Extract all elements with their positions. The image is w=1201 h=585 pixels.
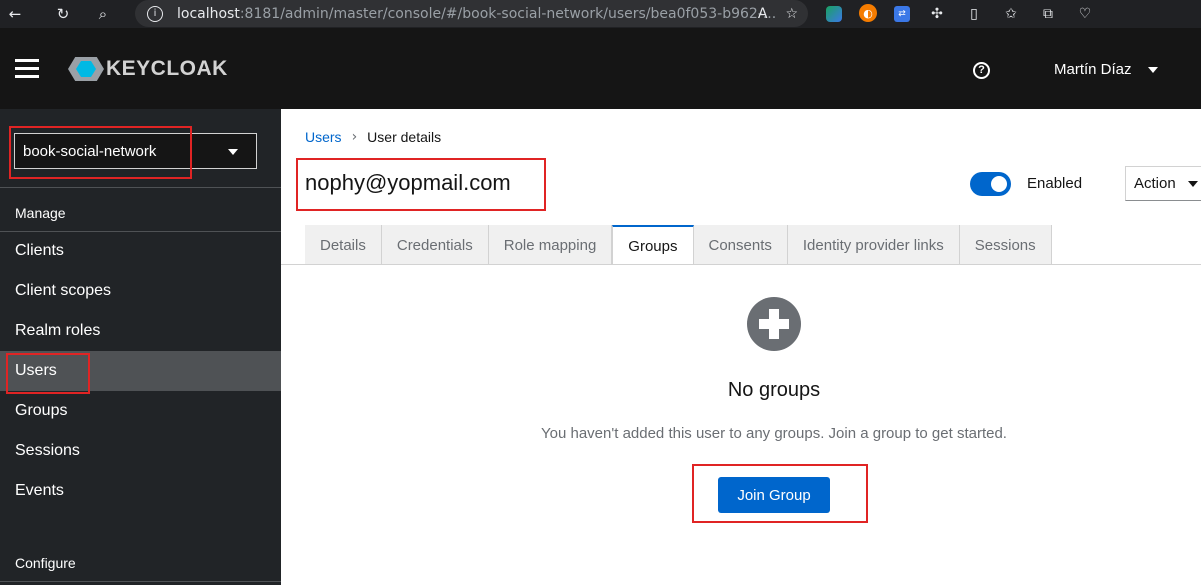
health-icon[interactable]: ♡ [1075, 4, 1095, 24]
logo-text: KEYCLOAK [106, 57, 228, 80]
highlight-box [692, 464, 868, 523]
extension-icon[interactable]: ◐ [859, 4, 877, 22]
tab-sessions[interactable]: Sessions [959, 225, 1052, 265]
breadcrumb-users-link[interactable]: Users [305, 129, 342, 145]
breadcrumb-current: User details [367, 129, 442, 145]
empty-state-title: No groups [727, 379, 821, 401]
url-path: :8181/admin/master/console/#/book-social… [239, 5, 777, 22]
user-menu[interactable]: Martín Díaz [1054, 61, 1158, 78]
main-content: Users › User details nophy@yopmail.com E… [281, 109, 1201, 585]
user-name: Martín Díaz [1054, 61, 1132, 78]
divider [0, 581, 281, 582]
chevron-down-icon [228, 149, 238, 155]
empty-state-body: You haven't added this user to any group… [541, 425, 1007, 442]
sidebar-item-groups[interactable]: Groups [0, 391, 281, 431]
url-host: localhost [177, 5, 240, 22]
hamburger-menu-icon[interactable] [15, 59, 39, 79]
back-icon[interactable]: ← [0, 0, 30, 28]
favorites-icon[interactable]: ✩ [1001, 4, 1021, 24]
chevron-down-icon [1187, 180, 1198, 187]
tab-credentials[interactable]: Credentials [381, 225, 489, 265]
enabled-toggle[interactable] [970, 172, 1011, 196]
sidebar-item-clients[interactable]: Clients [0, 231, 281, 271]
tab-groups[interactable]: Groups [612, 225, 694, 265]
sidebar-item-client-scopes[interactable]: Client scopes [0, 271, 281, 311]
collections-icon[interactable]: ⧉ [1038, 4, 1058, 24]
chevron-down-icon [1147, 66, 1158, 73]
browser-toolbar: ← ↻ ⌕ i localhost:8181/admin/master/cons… [0, 0, 1201, 28]
favorite-icon[interactable]: ☆ [785, 6, 798, 22]
extension-icon[interactable]: ⇄ [894, 6, 910, 22]
extensions-icon[interactable]: ✣ [927, 4, 947, 24]
plus-circle-icon [747, 297, 801, 351]
chevron-right-icon: › [351, 129, 358, 145]
highlight-box [9, 126, 192, 179]
breadcrumb: Users › User details [305, 129, 441, 145]
tab-details[interactable]: Details [305, 225, 382, 265]
sidebar-item-realm-roles[interactable]: Realm roles [0, 311, 281, 351]
keycloak-logo-icon [68, 56, 104, 82]
search-icon[interactable]: ⌕ [88, 0, 118, 28]
split-screen-icon[interactable]: ▯ [964, 4, 984, 24]
nav-section-configure: Configure [15, 555, 76, 571]
address-bar[interactable]: i localhost:8181/admin/master/console/#/… [135, 0, 808, 27]
tab-role-mapping[interactable]: Role mapping [488, 225, 613, 265]
action-label: Action [1134, 175, 1176, 192]
nav-section-manage: Manage [15, 205, 66, 221]
extension-icon[interactable] [826, 6, 842, 22]
divider [0, 187, 281, 188]
sidebar-item-sessions[interactable]: Sessions [0, 431, 281, 471]
tab-bar: Details Credentials Role mapping Groups … [305, 225, 1052, 265]
tab-underline [281, 264, 1201, 265]
tab-consents[interactable]: Consents [693, 225, 788, 265]
read-aloud-icon[interactable]: A [758, 6, 768, 22]
enabled-label: Enabled [1027, 175, 1083, 192]
action-dropdown[interactable]: Action [1125, 166, 1201, 201]
app-header: KEYCLOAK ? Martín Díaz [0, 28, 1201, 109]
sidebar-item-events[interactable]: Events [0, 471, 281, 511]
info-icon[interactable]: i [147, 5, 163, 22]
help-icon[interactable]: ? [973, 62, 990, 79]
reload-icon[interactable]: ↻ [48, 0, 78, 28]
sidebar: book-social-network Manage Clients Clien… [0, 109, 281, 585]
highlight-box [6, 353, 90, 394]
tab-identity-provider-links[interactable]: Identity provider links [787, 225, 960, 265]
highlight-box [296, 158, 546, 211]
keycloak-logo[interactable]: KEYCLOAK [68, 56, 228, 82]
